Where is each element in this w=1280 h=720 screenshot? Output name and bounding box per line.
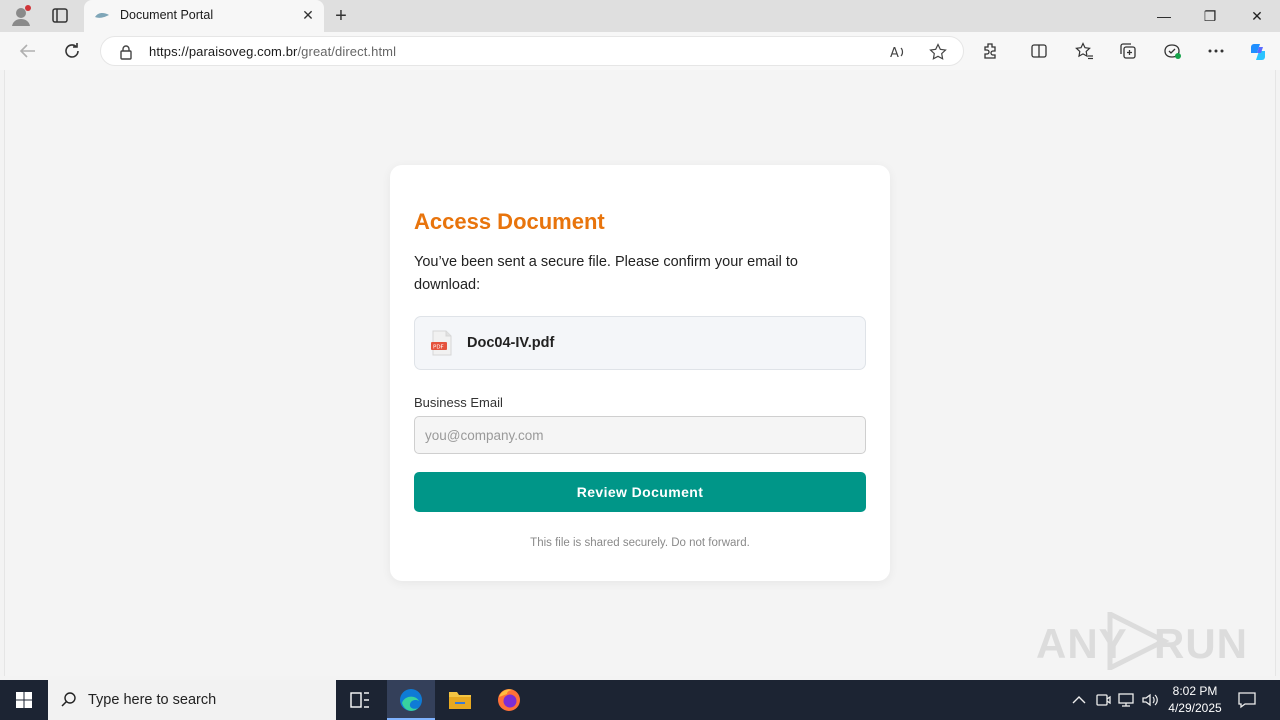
task-view-icon[interactable] <box>336 680 384 720</box>
edge-taskbar-icon[interactable] <box>387 680 435 720</box>
taskbar-search[interactable]: Type here to search <box>48 680 336 720</box>
url-host: https://paraisoveg.com.br <box>149 44 298 59</box>
business-email-input[interactable] <box>414 416 866 454</box>
address-bar[interactable]: https://paraisoveg.com.br/great/direct.h… <box>100 36 964 66</box>
windows-logo-icon <box>16 692 32 708</box>
split-screen-icon[interactable] <box>1029 41 1049 61</box>
notifications-icon[interactable] <box>1236 690 1258 710</box>
favorites-icon[interactable] <box>1074 41 1094 61</box>
system-clock[interactable]: 8:02 PM 4/29/2025 <box>1160 683 1230 717</box>
file-explorer-icon[interactable] <box>436 680 484 720</box>
new-tab-icon[interactable]: + <box>330 5 352 27</box>
back-icon[interactable] <box>17 40 39 62</box>
firefox-icon[interactable] <box>485 680 533 720</box>
meet-now-icon[interactable] <box>1094 691 1112 709</box>
url-text[interactable]: https://paraisoveg.com.br/great/direct.h… <box>149 44 396 59</box>
start-button[interactable] <box>0 680 48 720</box>
pdf-file-icon: PDF <box>431 330 453 356</box>
favorite-star-icon[interactable] <box>929 43 947 61</box>
tab-document-portal[interactable]: Document Portal ✕ <box>84 0 324 32</box>
card-description: You’ve been sent a secure file. Please c… <box>414 254 798 293</box>
network-icon[interactable] <box>1117 691 1135 709</box>
file-name: Doc04-IV.pdf <box>467 335 555 351</box>
refresh-icon[interactable] <box>61 40 83 62</box>
watermark-text-right: RUN <box>1154 620 1248 667</box>
extensions-icon[interactable] <box>981 41 1001 61</box>
windows-taskbar: Type here to search 8:02 PM 4/29/2025 <box>0 680 1280 720</box>
favicon-icon <box>94 9 110 23</box>
browser-toolbar: https://paraisoveg.com.br/great/direct.h… <box>0 32 1280 70</box>
browser-essentials-icon[interactable] <box>1162 41 1182 61</box>
anyrun-watermark: ANY RUN <box>1036 608 1247 672</box>
url-path: /great/direct.html <box>297 44 397 59</box>
tab-title: Document Portal <box>120 8 214 22</box>
file-attachment: PDF Doc04-IV.pdf <box>414 316 866 370</box>
tab-close-icon[interactable]: ✕ <box>300 7 316 23</box>
card-title: Access Document <box>414 209 605 234</box>
more-options-icon[interactable] <box>1206 41 1226 61</box>
show-hidden-icons-icon[interactable] <box>1070 691 1088 709</box>
clock-time: 8:02 PM <box>1172 684 1218 698</box>
email-label: Business Email <box>414 395 503 410</box>
access-document-card: Access Document You’ve been sent a secur… <box>390 165 890 581</box>
collections-icon[interactable] <box>1118 41 1138 61</box>
search-placeholder: Type here to search <box>88 692 217 708</box>
profile-icon[interactable] <box>10 5 32 27</box>
copilot-icon[interactable] <box>1247 41 1267 61</box>
svg-text:A: A <box>890 46 899 61</box>
tab-actions-icon[interactable] <box>48 6 72 26</box>
review-document-button[interactable]: Review Document <box>414 472 866 512</box>
restore-icon[interactable]: ❐ <box>1187 0 1233 32</box>
read-aloud-icon[interactable]: A <box>889 43 907 61</box>
close-window-icon[interactable]: ✕ <box>1234 0 1280 32</box>
volume-icon[interactable] <box>1141 691 1159 709</box>
lock-icon[interactable] <box>119 44 133 60</box>
minimize-icon[interactable]: — <box>1141 0 1187 32</box>
clock-date: 4/29/2025 <box>1168 701 1222 715</box>
svg-text:PDF: PDF <box>433 345 444 351</box>
security-footnote: This file is shared securely. Do not for… <box>530 537 750 549</box>
browser-tab-strip: Document Portal ✕ + — ❐ ✕ <box>0 0 1280 32</box>
search-icon <box>60 691 78 709</box>
